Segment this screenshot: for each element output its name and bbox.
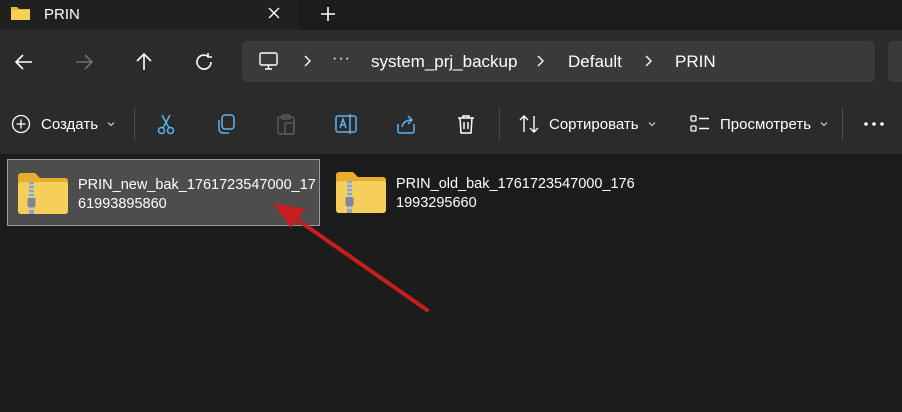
chevron-right-icon[interactable]: [643, 54, 653, 68]
scissors-icon: [157, 114, 175, 135]
file-list: PRIN_new_bak_1761723547000_1761993895860…: [0, 154, 902, 412]
sort-label: Сортировать: [549, 115, 639, 133]
file-name: PRIN_new_bak_1761723547000_1761993895860: [78, 177, 316, 212]
chevron-right-icon[interactable]: [535, 54, 545, 68]
tab-title: PRIN: [44, 6, 80, 23]
chevron-down-icon: [107, 122, 115, 127]
computer-icon[interactable]: [258, 51, 279, 71]
create-label: Создать: [41, 115, 99, 133]
zip-folder-icon: [18, 173, 68, 214]
divider: [499, 108, 500, 140]
sort-button[interactable]: Сортировать: [518, 94, 657, 154]
paste-button[interactable]: [274, 94, 298, 154]
rename-icon: [335, 114, 357, 134]
breadcrumb-default[interactable]: Default: [568, 52, 622, 72]
close-icon[interactable]: [265, 4, 283, 22]
breadcrumb-system-prj-backup[interactable]: system_prj_backup: [371, 52, 517, 72]
more-icon: [864, 122, 884, 126]
tab-prin[interactable]: PRIN: [0, 0, 298, 30]
rename-button[interactable]: [334, 94, 358, 154]
trash-icon: [458, 115, 474, 134]
share-button[interactable]: [394, 94, 418, 154]
tab-strip: PRIN: [0, 0, 902, 30]
arrow-right-icon[interactable]: [72, 50, 96, 74]
divider: [134, 108, 135, 140]
chevron-right-icon[interactable]: [302, 54, 312, 68]
plus-circle-icon: [11, 114, 31, 134]
divider: [842, 108, 843, 140]
command-bar: Создать Сортировать Просмотреть: [0, 94, 902, 154]
folder-icon: [11, 7, 30, 20]
more-button[interactable]: [862, 94, 886, 154]
file-name: PRIN_old_bak_1761723547000_1761993295660: [396, 176, 635, 211]
chevron-down-icon: [820, 122, 828, 127]
zip-folder-icon: [336, 172, 386, 213]
plus-icon[interactable]: [318, 4, 338, 24]
copy-icon: [218, 114, 235, 134]
paste-icon: [277, 114, 295, 135]
cut-button[interactable]: [154, 94, 178, 154]
breadcrumb-prin[interactable]: PRIN: [675, 52, 716, 72]
share-icon: [397, 115, 415, 134]
file-item[interactable]: PRIN_new_bak_1761723547000_1761993895860: [7, 159, 320, 226]
view-icon: [690, 115, 709, 132]
view-button[interactable]: Просмотреть: [689, 94, 829, 154]
create-button[interactable]: Создать: [11, 94, 116, 154]
address-bar[interactable]: ··· system_prj_backup Default PRIN: [242, 41, 875, 82]
search-box[interactable]: [888, 41, 902, 82]
copy-button[interactable]: [214, 94, 238, 154]
file-item[interactable]: PRIN_old_bak_1761723547000_1761993295660: [326, 159, 639, 226]
view-label: Просмотреть: [720, 115, 812, 133]
breadcrumb-overflow[interactable]: ···: [332, 50, 351, 68]
sort-icon: [519, 115, 539, 133]
arrow-left-icon[interactable]: [12, 50, 36, 74]
refresh-icon[interactable]: [192, 50, 216, 74]
delete-button[interactable]: [454, 94, 478, 154]
arrow-up-icon[interactable]: [132, 50, 156, 74]
chevron-down-icon: [648, 122, 656, 127]
navigation-bar: ··· system_prj_backup Default PRIN: [0, 30, 902, 94]
